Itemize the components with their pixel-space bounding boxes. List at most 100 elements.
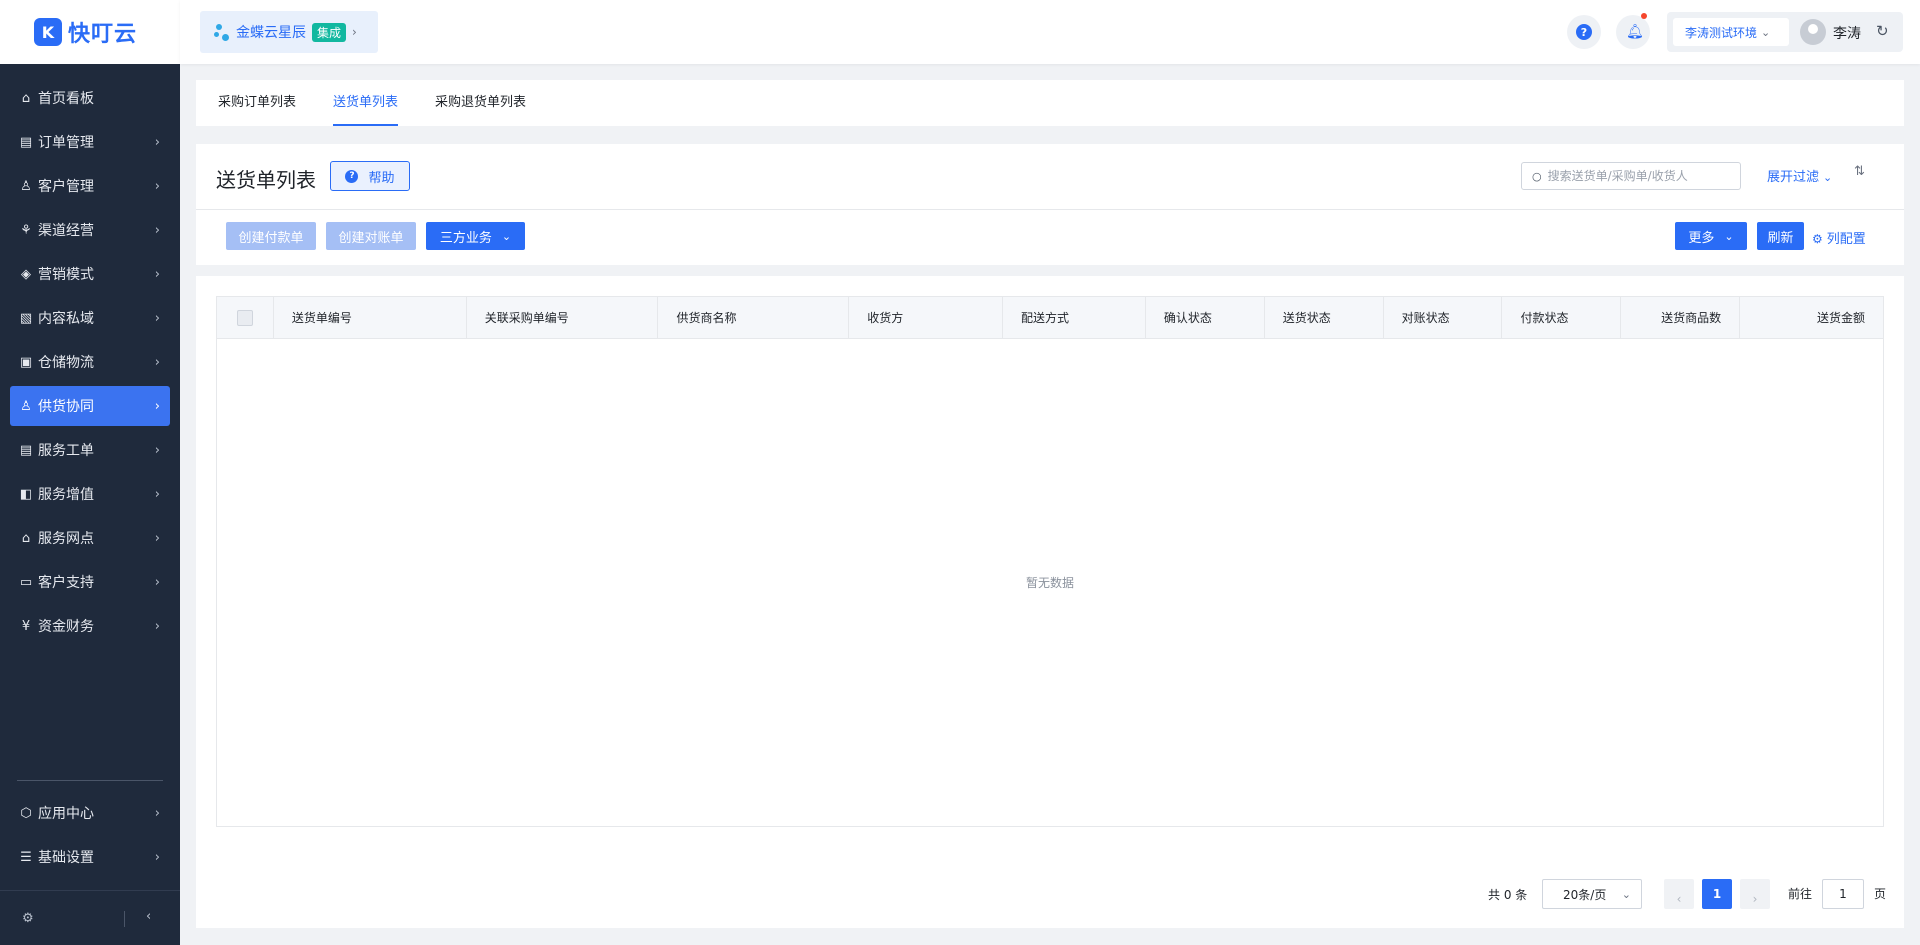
network-icon: ⚘ (20, 222, 32, 238)
tab-1[interactable]: 采购订单列表 (203, 80, 311, 126)
expand-filter-link[interactable]: 展开过滤 ⌄ (1767, 166, 1832, 185)
user-icon: ♙ (20, 178, 32, 194)
sidebar-item-7[interactable]: ▣ 仓储物流 › (10, 342, 170, 382)
header-divider (196, 209, 1904, 210)
chevron-right-icon: › (154, 574, 160, 590)
bell-icon: 🔔︎ (1626, 24, 1644, 40)
column-header[interactable]: 送货商品数 (1620, 297, 1739, 339)
chevron-right-icon: › (154, 618, 160, 634)
refresh-button[interactable]: 刷新 (1757, 222, 1804, 250)
column-header[interactable]: 对账状态 (1382, 297, 1502, 339)
sidebar-item-label: 应用中心 (38, 806, 94, 822)
create-reconcile-label: 创建对账单 (338, 230, 404, 246)
chevron-right-icon: › (154, 530, 160, 546)
help-doc-button[interactable]: ? 帮助 (330, 161, 410, 191)
environment-label: 李涛测试环境 (1685, 25, 1758, 40)
select-all-checkbox[interactable] (236, 310, 253, 326)
chevron-down-icon: ⌄ (1823, 171, 1833, 184)
supplier-icon: ♙ (20, 398, 32, 414)
page-title: 送货单列表 (216, 168, 316, 192)
page-unit-label: 页 (1874, 887, 1887, 901)
sidebar-item-4[interactable]: ⚘ 渠道经营 › (10, 210, 170, 250)
column-header[interactable]: 付款状态 (1501, 297, 1620, 339)
select-all-cell (217, 297, 273, 339)
home-icon: ⌂ (21, 90, 31, 106)
chevron-right-icon: › (154, 178, 160, 194)
sidebar-item-label: 订单管理 (38, 135, 94, 151)
chevron-right-icon: › (154, 442, 160, 458)
column-header[interactable]: 送货状态 (1263, 297, 1383, 339)
ticket-icon: ▤ (19, 442, 33, 458)
chevron-right-icon: › (154, 805, 160, 821)
settings-list-icon: ☰ (20, 849, 32, 865)
sidebar-item-9[interactable]: ▤ 服务工单 › (10, 430, 170, 470)
logo-mark-icon: K (34, 18, 62, 46)
sidebar-item-1[interactable]: ⌂ 首页看板 (10, 78, 170, 118)
environment-select[interactable]: 李涛测试环境 ⌄ (1673, 18, 1789, 46)
app-logo[interactable]: K 快叮云 (0, 0, 180, 64)
reload-icon[interactable]: ↻ (1876, 22, 1889, 40)
sidebar-item-2[interactable]: ▤ 订单管理 › (10, 122, 170, 162)
sidebar-item-13[interactable]: ¥ 资金财务 › (10, 606, 170, 646)
sidebar-item-11[interactable]: ⌂ 服务网点 › (10, 518, 170, 558)
sidebar-item-8[interactable]: ♙ 供货协同 › (10, 386, 170, 426)
search-input[interactable] (1547, 169, 1728, 183)
tab-2[interactable]: 送货单列表 (318, 80, 413, 126)
next-page-button[interactable]: › (1740, 879, 1770, 909)
delivery-table: 送货单编号 关联采购单编号 供货商名称 收货方 配送方式 确认状态 送货状态 对账状态 付款状态… (216, 296, 1884, 827)
column-header[interactable]: 关联采购单编号 (465, 297, 658, 339)
sidebar-item-label: 供货协同 (38, 399, 94, 415)
column-header[interactable]: 确认状态 (1144, 297, 1264, 339)
create-reconcile-button[interactable]: 创建对账单 (326, 222, 416, 250)
sidebar-nav: ⌂ 首页看板 ▤ 订单管理 › ♙ 客户管理 › ⚘ 渠道经营 › ◈ 营销模式 › ▧ 内容私域 › ▣ 仓储物流… (0, 64, 180, 646)
column-header[interactable]: 送货金额 (1739, 297, 1883, 339)
sidebar-item-5[interactable]: ◈ 营销模式 › (10, 254, 170, 294)
page-size-select[interactable]: 20条/页 ⌄ (1542, 879, 1642, 909)
more-dropdown-button[interactable]: 更多 ⌄ (1675, 222, 1747, 250)
chevron-right-icon: › (154, 134, 160, 150)
chevron-right-icon: › (1752, 892, 1758, 906)
column-header[interactable]: 配送方式 (1002, 297, 1145, 339)
chevron-down-icon: ⌄ (501, 229, 512, 243)
create-payment-button[interactable]: 创建付款单 (226, 222, 316, 250)
empty-state: 暂无数据 (217, 339, 1883, 826)
help-button[interactable]: ? (1567, 15, 1601, 49)
sidebar-item-6[interactable]: ▧ 内容私域 › (10, 298, 170, 338)
goto-page-input[interactable]: 1 (1822, 879, 1864, 909)
refresh-label: 刷新 (1767, 230, 1794, 246)
avatar[interactable] (1800, 19, 1826, 45)
sort-icon[interactable]: ⇅ (1854, 164, 1865, 179)
column-header[interactable]: 送货单编号 (272, 297, 466, 339)
sidebar-item-1[interactable]: ⬡ 应用中心 › (10, 793, 170, 833)
chevron-right-icon: › (154, 398, 160, 414)
support-icon: ▭ (19, 574, 33, 590)
chevron-right-icon: › (154, 222, 160, 238)
column-header[interactable]: 收货方 (848, 297, 1002, 339)
chevron-right-icon: › (154, 849, 160, 865)
sidebar-item-2[interactable]: ☰ 基础设置 › (10, 837, 170, 877)
sidebar-item-label: 内容私域 (38, 311, 94, 327)
page-number-current[interactable]: 1 (1702, 879, 1732, 909)
integration-brand-chip[interactable]: 金蝶云星辰 集成 › (200, 11, 378, 53)
user-name[interactable]: 李涛 (1833, 23, 1861, 43)
sidebar-item-10[interactable]: ◧ 服务增值 › (10, 474, 170, 514)
brand-name: 金蝶云星辰 (236, 25, 306, 41)
column-header[interactable]: 供货商名称 (657, 297, 848, 339)
column-config-link[interactable]: ⚙ 列配置 (1812, 228, 1866, 247)
sidebar-item-label: 客户支持 (38, 575, 94, 591)
notification-button[interactable]: 🔔︎ (1616, 13, 1650, 49)
collapse-sidebar-icon[interactable]: ‹ (146, 909, 151, 924)
settings-gear-icon[interactable]: ⚙ (22, 911, 34, 926)
tab-3[interactable]: 采购退货单列表 (420, 80, 541, 126)
chevron-right-icon: › (154, 486, 160, 502)
logo-text: 快叮云 (68, 22, 138, 47)
page-header-card: 送货单列表 ? 帮助 ○ 展开过滤⌄ ⇅ 创建付款单 创建对账单 三方业务⌄ 更… (196, 144, 1904, 265)
sidebar-item-12[interactable]: ▭ 客户支持 › (10, 562, 170, 602)
current-page-label: 1 (1712, 887, 1722, 901)
prev-page-button[interactable]: ‹ (1664, 879, 1694, 909)
sidebar-item-label: 基础设置 (38, 850, 94, 866)
third-party-dropdown-button[interactable]: 三方业务 ⌄ (426, 222, 525, 250)
chevron-right-icon: › (154, 310, 160, 326)
sidebar-item-3[interactable]: ♙ 客户管理 › (10, 166, 170, 206)
chevron-down-icon: ⌄ (1724, 229, 1734, 243)
